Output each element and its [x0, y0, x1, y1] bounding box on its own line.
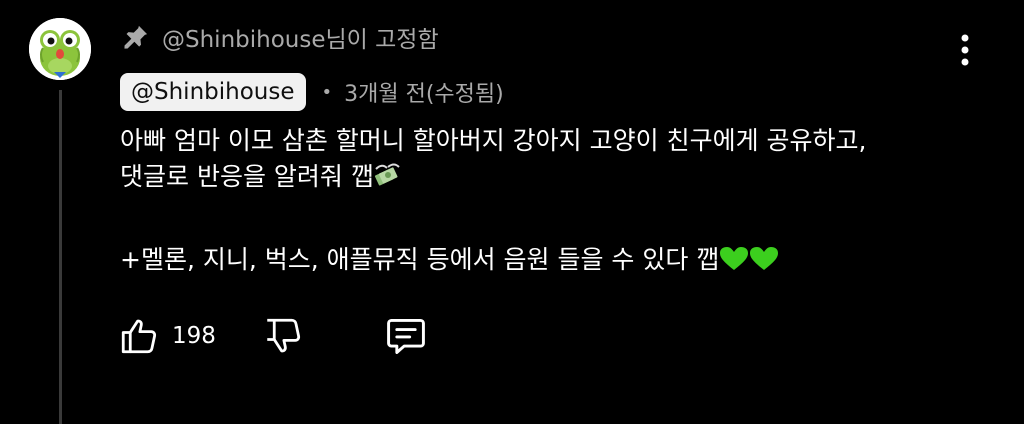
comment-header: @Shinbihouse • 3개월 전(수정됨) — [120, 73, 504, 111]
author-name-chip[interactable]: @Shinbihouse — [120, 73, 306, 111]
pinned-comment: @Shinbihouse님이 고정함 @Shinbihouse • 3개월 전(… — [0, 0, 1024, 424]
comment-timestamp[interactable]: 3개월 전(수정됨) — [344, 76, 504, 108]
green-heart-emoji — [749, 246, 779, 282]
thumbs-down-icon — [267, 318, 300, 353]
dislike-button[interactable] — [262, 315, 304, 357]
comment-actions: 198 — [118, 314, 428, 358]
pinned-by-label: @Shinbihouse님이 고정함 — [162, 27, 439, 53]
reply-button[interactable] — [384, 314, 428, 358]
comment-body-line-3: +멜론, 지니, 벅스, 애플뮤직 등에서 음원 들을 수 있다 깹 — [120, 242, 960, 278]
comment-body: 아빠 엄마 이모 삼촌 할머니 할아버지 강아지 고양이 친구에게 공유하고, … — [120, 123, 960, 278]
avatar[interactable] — [29, 18, 91, 80]
pinned-indicator: @Shinbihouse님이 고정함 — [122, 19, 439, 55]
like-button[interactable]: 198 — [118, 315, 216, 357]
thumbs-up-icon — [121, 319, 157, 354]
comment-blank-line — [120, 195, 960, 242]
more-vertical-icon — [961, 34, 969, 66]
comment-reply-icon — [387, 318, 425, 354]
frog-mascot-avatar-image — [29, 18, 91, 80]
comment-text-1: 아빠 엄마 이모 삼촌 할머니 할아버지 강아지 고양이 친구에게 공유하고, — [120, 126, 867, 155]
comment-text-3: +멜론, 지니, 벅스, 애플뮤직 등에서 음원 들을 수 있다 깹 — [120, 245, 720, 274]
comment-body-line-1: 아빠 엄마 이모 삼촌 할머니 할아버지 강아지 고양이 친구에게 공유하고, — [120, 123, 960, 159]
more-actions-button[interactable] — [948, 30, 982, 70]
comment-text-2: 댓글로 반응을 알려줘 깹 — [120, 162, 374, 191]
comment-body-line-2: 댓글로 반응을 알려줘 깹 — [120, 159, 960, 195]
pin-icon — [122, 23, 150, 51]
meta-separator: • — [321, 81, 333, 103]
money-with-wings-emoji — [374, 163, 400, 199]
thread-line — [59, 90, 62, 424]
green-heart-emoji — [719, 246, 749, 282]
like-count: 198 — [172, 323, 216, 349]
